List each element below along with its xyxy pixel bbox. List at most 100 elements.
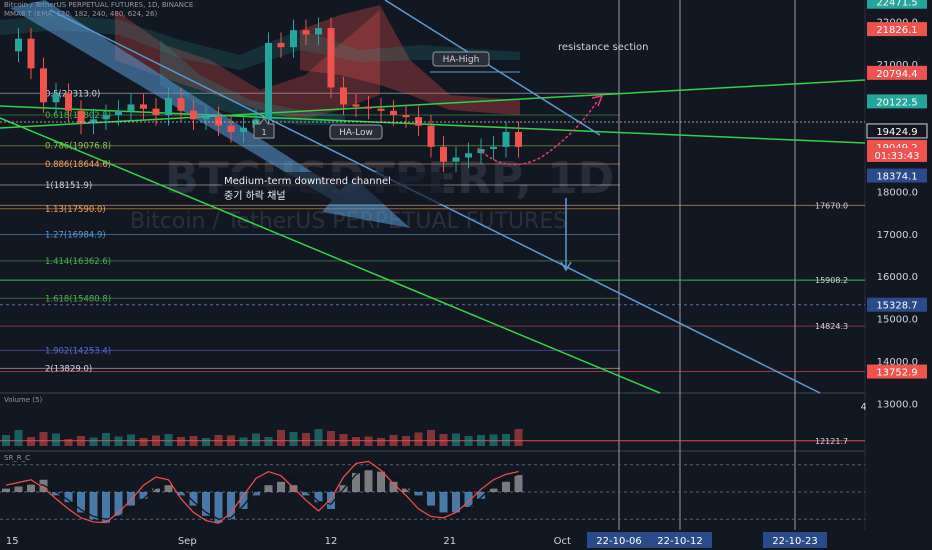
candle-body bbox=[152, 108, 160, 116]
candle-body bbox=[40, 68, 47, 103]
volume-bar bbox=[114, 436, 123, 446]
channel-label-en: Medium-term downtrend channel bbox=[224, 176, 391, 187]
price-tick: 15000.0 bbox=[877, 315, 918, 326]
volume-bar bbox=[14, 430, 23, 446]
volume-bar bbox=[77, 436, 85, 446]
osc-histogram-bar bbox=[414, 492, 423, 496]
fib-level-label: 1(18151.9) bbox=[45, 181, 92, 191]
osc-histogram-bar bbox=[427, 492, 435, 506]
candle-body bbox=[90, 119, 97, 124]
candle-body bbox=[377, 108, 385, 111]
channel-label-ko: 중기 하락 채널 bbox=[224, 189, 286, 202]
osc-histogram-bar bbox=[27, 483, 35, 492]
osc-histogram-bar bbox=[164, 485, 173, 492]
price-label-text: 13752.9 bbox=[876, 368, 917, 379]
fib-level-label: 0.886(18644.6) bbox=[45, 160, 111, 170]
price-label-text: 22471.5 bbox=[876, 0, 917, 9]
candle-body bbox=[165, 98, 172, 116]
level-label: 15908.2 bbox=[815, 276, 848, 285]
osc-histogram-bar bbox=[314, 492, 323, 503]
level-label: 17670.0 bbox=[815, 201, 848, 210]
volume-pane: Volume (5)40000000 bbox=[2, 396, 905, 453]
osc-histogram-bar bbox=[439, 492, 448, 513]
candle-body bbox=[502, 132, 510, 147]
volume-bar bbox=[2, 435, 10, 446]
volume-bar bbox=[477, 435, 485, 446]
volume-bar bbox=[364, 436, 373, 446]
price-label-text: 19424.9 bbox=[876, 127, 917, 138]
volume-bar bbox=[277, 430, 285, 446]
candle-body bbox=[52, 93, 60, 103]
candle-body bbox=[115, 110, 122, 116]
volume-bar bbox=[139, 438, 148, 446]
osc-histogram-bar bbox=[14, 486, 23, 492]
candle-body bbox=[15, 38, 22, 52]
candle-body bbox=[440, 146, 447, 162]
ha-low-callout: HA-Low bbox=[329, 124, 383, 140]
volume-bar bbox=[302, 433, 310, 446]
volume-bar bbox=[352, 437, 360, 446]
candle-body bbox=[277, 42, 285, 48]
volume-bar bbox=[152, 435, 160, 446]
candle-body bbox=[27, 38, 35, 69]
osc-histogram-bar bbox=[377, 471, 385, 492]
svg-text:HA-Low: HA-Low bbox=[339, 128, 373, 138]
volume-bar bbox=[39, 432, 48, 446]
price-label-text: 01:33:43 bbox=[875, 151, 920, 162]
candle-body bbox=[265, 42, 272, 120]
candle-body bbox=[177, 98, 185, 111]
volume-bar bbox=[427, 430, 435, 446]
volume-bar bbox=[402, 436, 410, 446]
candle-body bbox=[315, 28, 322, 35]
oscillator-pane-title: SR_R_C bbox=[4, 454, 30, 462]
volume-bar bbox=[514, 429, 523, 446]
candle-body bbox=[215, 117, 222, 126]
fib-level-label: 1.618(15480.8) bbox=[45, 294, 111, 304]
fib-level-label: 2(13829.0) bbox=[45, 364, 92, 374]
volume-bar bbox=[102, 433, 110, 446]
volume-bar bbox=[227, 435, 235, 446]
level-label: 14824.3 bbox=[815, 322, 848, 331]
time-tick: Sep bbox=[178, 536, 197, 547]
candle-body bbox=[302, 30, 310, 35]
fib-level-label: 1.13(17590.0) bbox=[45, 205, 106, 215]
volume-bar bbox=[464, 436, 473, 446]
volume-bar bbox=[389, 435, 398, 446]
osc-histogram-bar bbox=[139, 492, 148, 499]
osc-histogram-bar bbox=[502, 481, 510, 492]
price-label-text: 21826.1 bbox=[876, 25, 917, 36]
date-badge-text: 22-10-23 bbox=[772, 536, 817, 547]
osc-histogram-bar bbox=[277, 481, 285, 492]
volume-bar bbox=[377, 438, 385, 446]
resistance-section-label: resistance section bbox=[558, 42, 648, 53]
candle-body bbox=[190, 110, 197, 120]
date-badge-text: 22-10-12 bbox=[657, 536, 702, 547]
candle-body bbox=[515, 132, 522, 147]
volume-bar bbox=[189, 436, 198, 446]
volume-bar bbox=[64, 439, 73, 446]
volume-bar bbox=[452, 433, 460, 446]
volume-bar bbox=[264, 437, 273, 446]
candle-body bbox=[102, 115, 110, 120]
candle-body bbox=[290, 30, 297, 48]
volume-bar bbox=[164, 434, 173, 446]
price-tick: 13000.0 bbox=[877, 400, 918, 411]
time-tick: 12 bbox=[325, 536, 338, 547]
volume-bar bbox=[252, 433, 260, 446]
volume-bar bbox=[214, 435, 223, 446]
candle-body bbox=[127, 104, 135, 111]
volume-bar bbox=[52, 433, 60, 446]
candle-body bbox=[490, 146, 497, 149]
price-label-text: 20794.4 bbox=[876, 69, 917, 80]
fib-level-label: 1.902(14253.4) bbox=[45, 346, 111, 356]
volume-bar bbox=[27, 437, 35, 446]
price-label-text: 18374.1 bbox=[876, 172, 917, 183]
candle-body bbox=[365, 106, 372, 109]
candle-body bbox=[65, 93, 72, 111]
volume-bar bbox=[314, 429, 323, 446]
chart-canvas[interactable]: BTCUSDTPERP, 1D Bitcoin / TetherUS PERPE… bbox=[0, 0, 932, 550]
candle-body bbox=[352, 104, 360, 107]
projection-arrowhead bbox=[591, 94, 604, 107]
osc-histogram-bar bbox=[514, 475, 523, 492]
volume-bar bbox=[339, 434, 348, 446]
